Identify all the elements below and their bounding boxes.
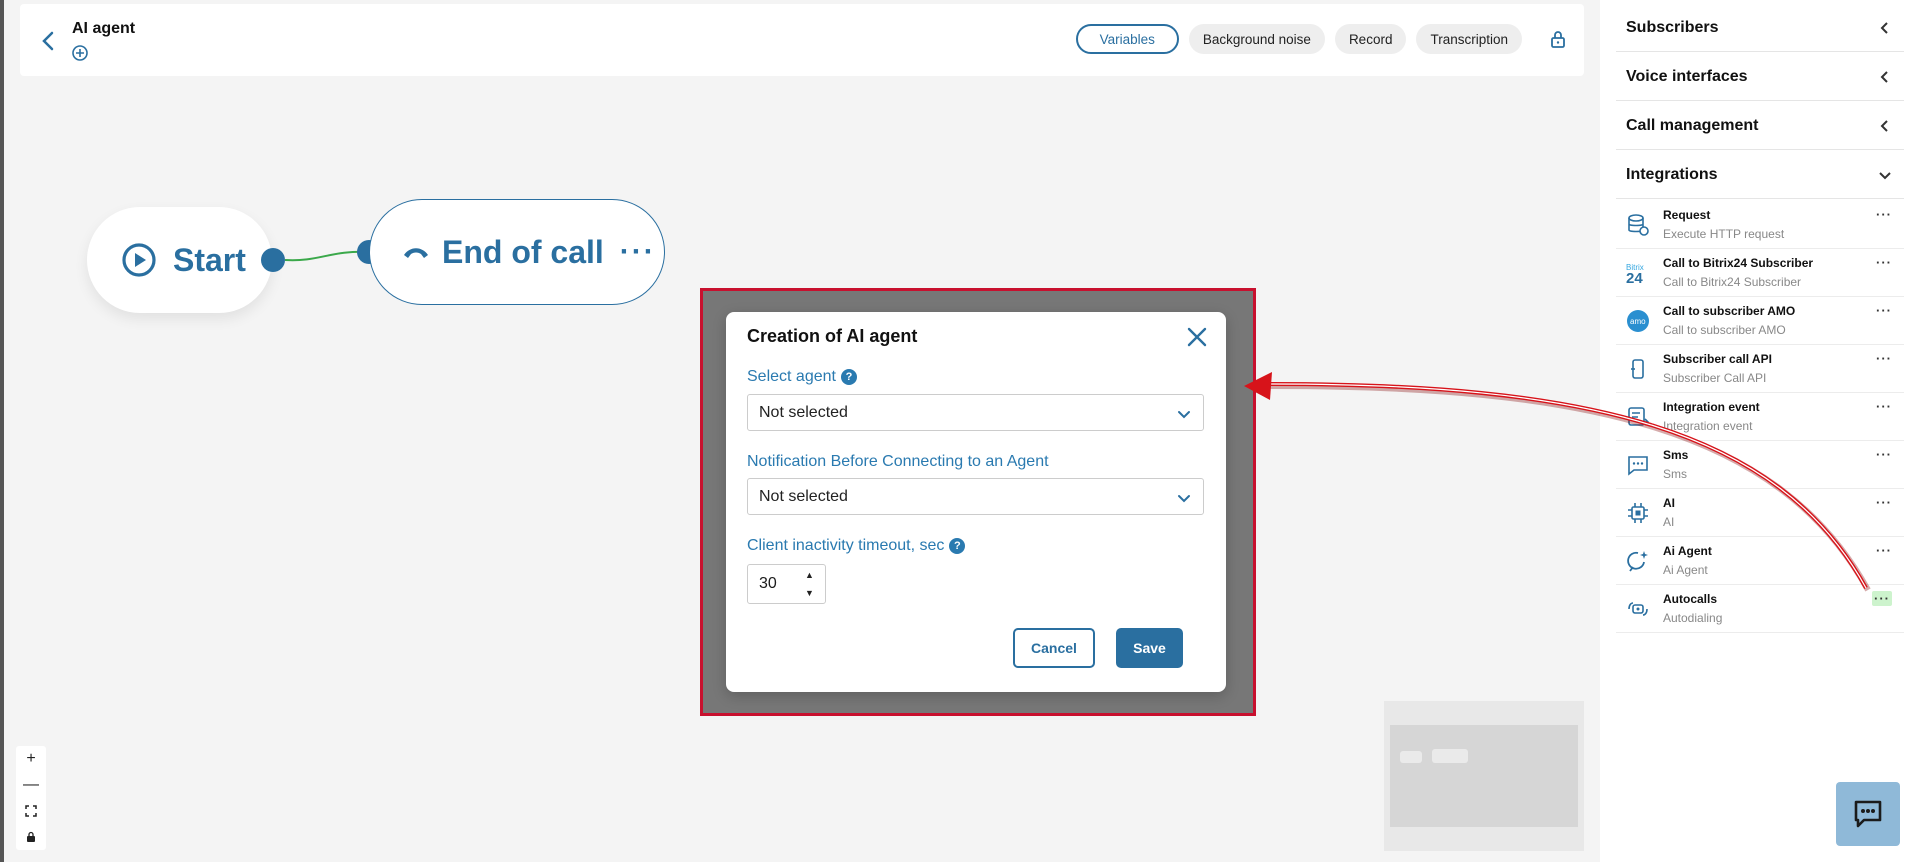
zoom-out-button[interactable]: — — [16, 772, 46, 798]
node-more-button[interactable]: ··· — [620, 235, 656, 269]
event-icon — [1626, 405, 1650, 429]
close-icon[interactable] — [1186, 326, 1208, 348]
notification-label-text: Notification Before Connecting to an Age… — [747, 453, 1049, 470]
item-desc: Call to subscriber AMO — [1663, 323, 1786, 337]
timeout-input[interactable]: 30 ▲ ▼ — [747, 564, 826, 604]
timeout-label: Client inactivity timeout, sec ? — [747, 537, 966, 555]
timeout-label-text: Client inactivity timeout, sec — [747, 537, 945, 554]
item-more-button[interactable]: ··· — [1876, 543, 1892, 558]
chevron-left-icon — [1878, 21, 1892, 35]
section-voice-interfaces[interactable]: Voice interfaces — [1616, 53, 1904, 101]
svg-text:24: 24 — [1626, 270, 1643, 285]
ai-agent-icon — [1626, 549, 1650, 573]
section-subscribers[interactable]: Subscribers — [1616, 4, 1904, 52]
list-item-request[interactable]: Request Execute HTTP request ··· — [1616, 201, 1904, 249]
notification-dropdown[interactable]: Not selected — [747, 478, 1204, 515]
item-name: Call to subscriber AMO — [1663, 304, 1796, 318]
item-more-button[interactable]: ··· — [1876, 207, 1892, 222]
select-agent-label-text: Select agent — [747, 368, 836, 385]
item-desc: Sms — [1663, 467, 1687, 481]
item-name: Subscriber call API — [1663, 352, 1772, 366]
bitrix24-icon: Bitrix 24 — [1626, 261, 1650, 287]
chat-button[interactable] — [1836, 782, 1900, 846]
chevron-down-icon — [1878, 168, 1892, 182]
number-stepper[interactable]: ▲ ▼ — [805, 570, 817, 598]
chevron-left-icon — [1878, 119, 1892, 133]
minimap[interactable] — [1384, 701, 1584, 851]
item-name: Call to Bitrix24 Subscriber — [1663, 256, 1814, 270]
item-more-button[interactable]: ··· — [1876, 495, 1892, 510]
minimap-node — [1432, 749, 1468, 763]
item-desc: Subscriber Call API — [1663, 371, 1767, 385]
chevron-down-icon — [1177, 407, 1191, 421]
save-button[interactable]: Save — [1116, 628, 1183, 668]
notification-value: Not selected — [759, 487, 848, 505]
hang-up-icon — [400, 240, 432, 264]
zoom-in-button[interactable]: + — [16, 746, 46, 772]
notification-label: Notification Before Connecting to an Age… — [747, 453, 1049, 471]
item-name: Request — [1663, 208, 1711, 222]
select-agent-label: Select agent ? — [747, 368, 857, 386]
list-item-subscriber-call-api[interactable]: Subscriber call API Subscriber Call API … — [1616, 345, 1904, 393]
list-item-ai[interactable]: AI AI ··· — [1616, 489, 1904, 537]
item-desc: Autodialing — [1663, 611, 1723, 625]
section-label: Voice interfaces — [1626, 67, 1748, 85]
cancel-button[interactable]: Cancel — [1013, 628, 1095, 668]
list-item-integration-event[interactable]: Integration event Integration event ··· — [1616, 393, 1904, 441]
item-desc: Call to Bitrix24 Subscriber — [1663, 275, 1802, 289]
list-item-ai-agent[interactable]: Ai Agent Ai Agent ··· — [1616, 537, 1904, 585]
list-item-autocalls[interactable]: Autocalls Autodialing ··· — [1616, 585, 1904, 633]
svg-text:amo: amo — [1630, 317, 1646, 326]
minimap-node — [1400, 751, 1422, 763]
zoom-controls: + — — [16, 746, 46, 850]
section-integrations[interactable]: Integrations — [1616, 151, 1904, 199]
item-desc: Ai Agent — [1663, 563, 1708, 577]
message-icon — [1626, 453, 1650, 477]
chevron-left-icon — [1878, 70, 1892, 84]
item-name: Sms — [1663, 448, 1689, 462]
minimap-viewport — [1390, 725, 1578, 827]
lock-icon[interactable] — [16, 824, 46, 850]
end-node-label: End of call — [442, 233, 604, 270]
help-icon[interactable]: ? — [840, 369, 857, 385]
create-ai-agent-modal: Creation of AI agent Select agent ? Not … — [726, 312, 1226, 692]
list-item-bitrix24[interactable]: Bitrix 24 Call to Bitrix24 Subscriber Cal… — [1616, 249, 1904, 297]
fit-view-icon[interactable] — [16, 798, 46, 824]
end-of-call-node[interactable]: End of call ··· — [369, 199, 665, 305]
item-desc: Execute HTTP request — [1663, 227, 1785, 241]
item-name: AI — [1663, 496, 1675, 510]
item-desc: AI — [1663, 515, 1675, 529]
list-item-sms[interactable]: Sms Sms ··· — [1616, 441, 1904, 489]
phone-api-icon — [1626, 357, 1650, 381]
stepper-down-icon[interactable]: ▼ — [805, 588, 817, 598]
item-more-button[interactable]: ··· — [1872, 591, 1892, 606]
stepper-up-icon[interactable]: ▲ — [805, 570, 817, 580]
autocall-icon — [1626, 597, 1650, 621]
item-desc: Integration event — [1663, 419, 1753, 433]
item-more-button[interactable]: ··· — [1876, 399, 1892, 414]
item-name: Ai Agent — [1663, 544, 1712, 558]
modal-title: Creation of AI agent — [747, 326, 918, 346]
chip-icon — [1626, 501, 1650, 525]
database-icon — [1626, 213, 1650, 237]
select-agent-value: Not selected — [759, 403, 848, 421]
section-call-management[interactable]: Call management — [1616, 102, 1904, 150]
item-more-button[interactable]: ··· — [1876, 303, 1892, 318]
select-agent-dropdown[interactable]: Not selected — [747, 394, 1204, 431]
list-item-amo[interactable]: amo Call to subscriber AMO Call to subsc… — [1616, 297, 1904, 345]
item-name: Integration event — [1663, 400, 1760, 414]
timeout-value: 30 — [759, 575, 777, 592]
section-label: Integrations — [1626, 165, 1718, 183]
item-more-button[interactable]: ··· — [1876, 351, 1892, 366]
section-label: Subscribers — [1626, 18, 1719, 36]
amo-icon: amo — [1626, 309, 1650, 333]
item-more-button[interactable]: ··· — [1876, 447, 1892, 462]
chat-icon — [1854, 800, 1882, 828]
help-icon[interactable]: ? — [949, 538, 966, 554]
sidebar: Subscribers Voice interfaces Call manage… — [1600, 0, 1920, 862]
chevron-down-icon — [1177, 491, 1191, 505]
item-name: Autocalls — [1663, 592, 1718, 606]
section-label: Call management — [1626, 116, 1759, 134]
item-more-button[interactable]: ··· — [1876, 255, 1892, 270]
